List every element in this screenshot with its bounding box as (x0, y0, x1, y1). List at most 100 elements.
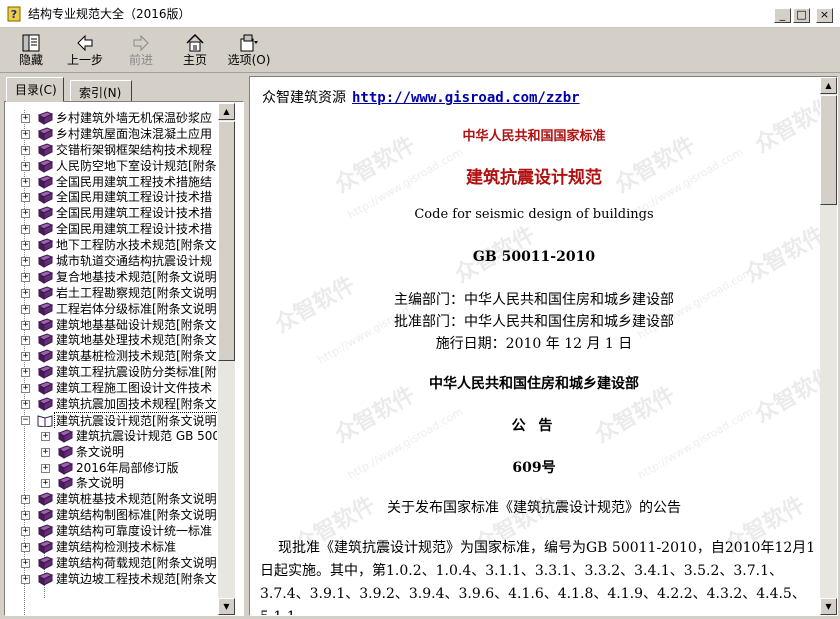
back-button[interactable]: 上一步 (56, 33, 114, 71)
content-scroll-thumb[interactable] (820, 95, 837, 205)
book-icon (37, 572, 53, 586)
expand-icon[interactable]: + (21, 368, 30, 378)
tree-item[interactable]: + 建筑工程施工图设计文件技术 (7, 380, 217, 396)
expand-icon[interactable]: + (21, 145, 30, 155)
book-icon (37, 492, 53, 507)
tree-child-item[interactable]: +2016年局部修订版 (7, 460, 217, 476)
expand-icon[interactable]: + (21, 352, 30, 362)
tree-item-label: 全国民用建筑工程技术措施结 (56, 174, 213, 189)
tree-item[interactable]: + 复合地基技术规范[附条文说明 (7, 269, 217, 285)
expand-icon[interactable]: + (21, 495, 30, 505)
expand-icon[interactable]: + (41, 479, 50, 489)
tree-scroll-up-button[interactable]: ▲ (218, 103, 235, 120)
tree-item[interactable]: + 岩土工程勘察规范[附条文说明 (7, 285, 217, 301)
tree-item[interactable]: − 建筑抗震设计规范[附条文说明 (7, 411, 217, 428)
tree-item[interactable]: + 全国民用建筑工程设计技术措 (7, 205, 217, 221)
maximize-button[interactable]: □ (793, 8, 810, 23)
book-icon (37, 254, 53, 268)
tree-item[interactable]: + 建筑结构可靠度设计统一标准 (7, 523, 217, 539)
tree-child-item[interactable]: + 建筑抗震设计规范 GB 500 (7, 428, 217, 444)
expand-icon[interactable]: + (21, 288, 30, 298)
title-bar: ? 结构专业规范大全（2016版） _ □ × (0, 0, 840, 28)
tree-item-label: 条文说明 (76, 476, 125, 491)
tree-child-item[interactable]: + 条文说明 (7, 475, 217, 491)
announcement-heading: 公 告 (511, 418, 557, 434)
tree-item-label: 条文说明 (76, 444, 125, 459)
tree-item[interactable]: + 建筑地基基础设计规范[附条文 (7, 317, 217, 333)
expand-icon[interactable]: + (21, 209, 30, 219)
tree-item-label: 建筑抗震设计规范 GB 500 (76, 428, 217, 443)
expand-icon[interactable]: + (21, 543, 30, 553)
tree-item[interactable]: + 人民防空地下室设计规范[附条 (7, 158, 217, 174)
tree-item[interactable]: + 建筑基桩检测技术规范[附条文 (7, 348, 217, 364)
content-scroll-down-button[interactable]: ▼ (820, 598, 837, 615)
expand-icon[interactable]: + (21, 574, 30, 584)
tree-item[interactable]: + 乡村建筑屋面泡沫混凝土应用 (7, 126, 217, 142)
tree-item-label: 建筑工程施工图设计文件技术 (56, 381, 213, 396)
expand-icon[interactable]: + (21, 241, 30, 251)
book-icon (37, 286, 53, 300)
tree-item[interactable]: + 工程岩体分级标准[附条文说明 (7, 301, 217, 317)
hide-button[interactable]: 隐藏 (2, 33, 60, 71)
expand-icon[interactable]: + (21, 511, 30, 521)
tree-item[interactable]: + 全国民用建筑工程技术措施结 (7, 174, 217, 190)
expand-icon[interactable]: + (21, 320, 30, 330)
content-scroll-up-button[interactable]: ▲ (820, 77, 837, 94)
book-icon (37, 365, 53, 380)
tree-item[interactable]: + 建筑结构检测技术标准 (7, 539, 217, 555)
tree-item-label: 人民防空地下室设计规范[附条 (56, 158, 217, 173)
expand-icon[interactable]: + (41, 447, 50, 457)
standard-header: 中华人民共和国国家标准 (462, 129, 606, 144)
tree-item[interactable]: + 建筑桩基技术规范[附条文说明 (7, 491, 217, 507)
expand-icon[interactable]: + (21, 114, 30, 123)
expand-icon[interactable]: + (21, 336, 30, 346)
expand-icon[interactable]: + (21, 304, 30, 314)
collapse-icon[interactable]: − (21, 415, 30, 425)
tab-contents[interactable]: 目录(C) (6, 77, 64, 102)
book-icon (37, 556, 53, 570)
expand-icon[interactable]: + (21, 527, 30, 537)
tree-item[interactable]: + 建筑结构荷载规范[附条文说明 (7, 555, 217, 571)
tree-scrollbar[interactable]: ▲ ▼ (218, 103, 235, 615)
expand-icon[interactable]: + (21, 558, 30, 568)
expand-icon[interactable]: + (21, 257, 30, 267)
close-button[interactable]: × (816, 8, 833, 23)
source-link[interactable]: http://www.gisroad.com/zzbr (352, 90, 580, 106)
tree-scroll-down-button[interactable]: ▼ (218, 598, 235, 615)
expand-icon[interactable]: + (21, 400, 30, 410)
tree-item[interactable]: + 全国民用建筑工程设计技术措 (7, 189, 217, 205)
open-book-icon (37, 415, 53, 427)
tree-item[interactable]: + 乡村建筑外墙无机保温砂浆应 (7, 110, 217, 126)
options-button[interactable]: 选项(O) (220, 33, 278, 71)
tree-item[interactable]: + 建筑抗震加固技术规程[附条文 (7, 396, 217, 412)
book-icon (37, 397, 53, 411)
expand-icon[interactable]: + (41, 431, 50, 441)
tree-item[interactable]: + 全国民用建筑工程设计技术措 (7, 221, 217, 237)
content-pane: 众智软件 众智软件 众智软件 众智软件 众智软件 众智软件 众智软件 众智软件 … (249, 76, 838, 616)
expand-icon[interactable]: + (41, 463, 50, 473)
minimize-button[interactable]: _ (774, 8, 791, 23)
content-scrollbar[interactable]: ▲ ▼ (820, 77, 837, 615)
expand-icon[interactable]: + (21, 193, 30, 203)
tree-item-label: 建筑工程抗震设防分类标准[附 (56, 365, 217, 380)
forward-button[interactable]: 前进 (112, 33, 170, 71)
expand-icon[interactable]: + (21, 384, 30, 394)
expand-icon[interactable]: + (21, 225, 30, 235)
expand-icon[interactable]: + (21, 272, 30, 282)
tree-item[interactable]: + 建筑工程抗震设防分类标准[附 (7, 364, 217, 380)
tree-item[interactable]: + 城市轨道交通结构抗震设计规 (7, 253, 217, 269)
tree-item[interactable]: + 建筑边坡工程技术规范[附条文 (7, 571, 217, 587)
expand-icon[interactable]: + (21, 177, 30, 187)
tree-item[interactable]: + 地下工程防水技术规范[附条文 (7, 237, 217, 253)
tree-scroll-thumb[interactable] (218, 121, 235, 361)
tree-item-label: 城市轨道交通结构抗震设计规 (56, 254, 213, 269)
expand-icon[interactable]: + (21, 129, 30, 139)
tree-item[interactable]: + 建筑结构制图标准[附条文说明 (7, 507, 217, 523)
tab-index[interactable]: 索引(N) (70, 80, 132, 102)
home-button[interactable]: 主页 (166, 33, 224, 71)
expand-icon[interactable]: + (21, 161, 30, 171)
tree-child-item[interactable]: + 条文说明 (7, 444, 217, 460)
tree-item[interactable]: + 交错桁架钢框架结构技术规程 (7, 142, 217, 158)
tree-item[interactable]: + 建筑地基处理技术规范[附条文 (7, 332, 217, 348)
tree-item-label: 全国民用建筑工程设计技术措 (56, 222, 213, 237)
